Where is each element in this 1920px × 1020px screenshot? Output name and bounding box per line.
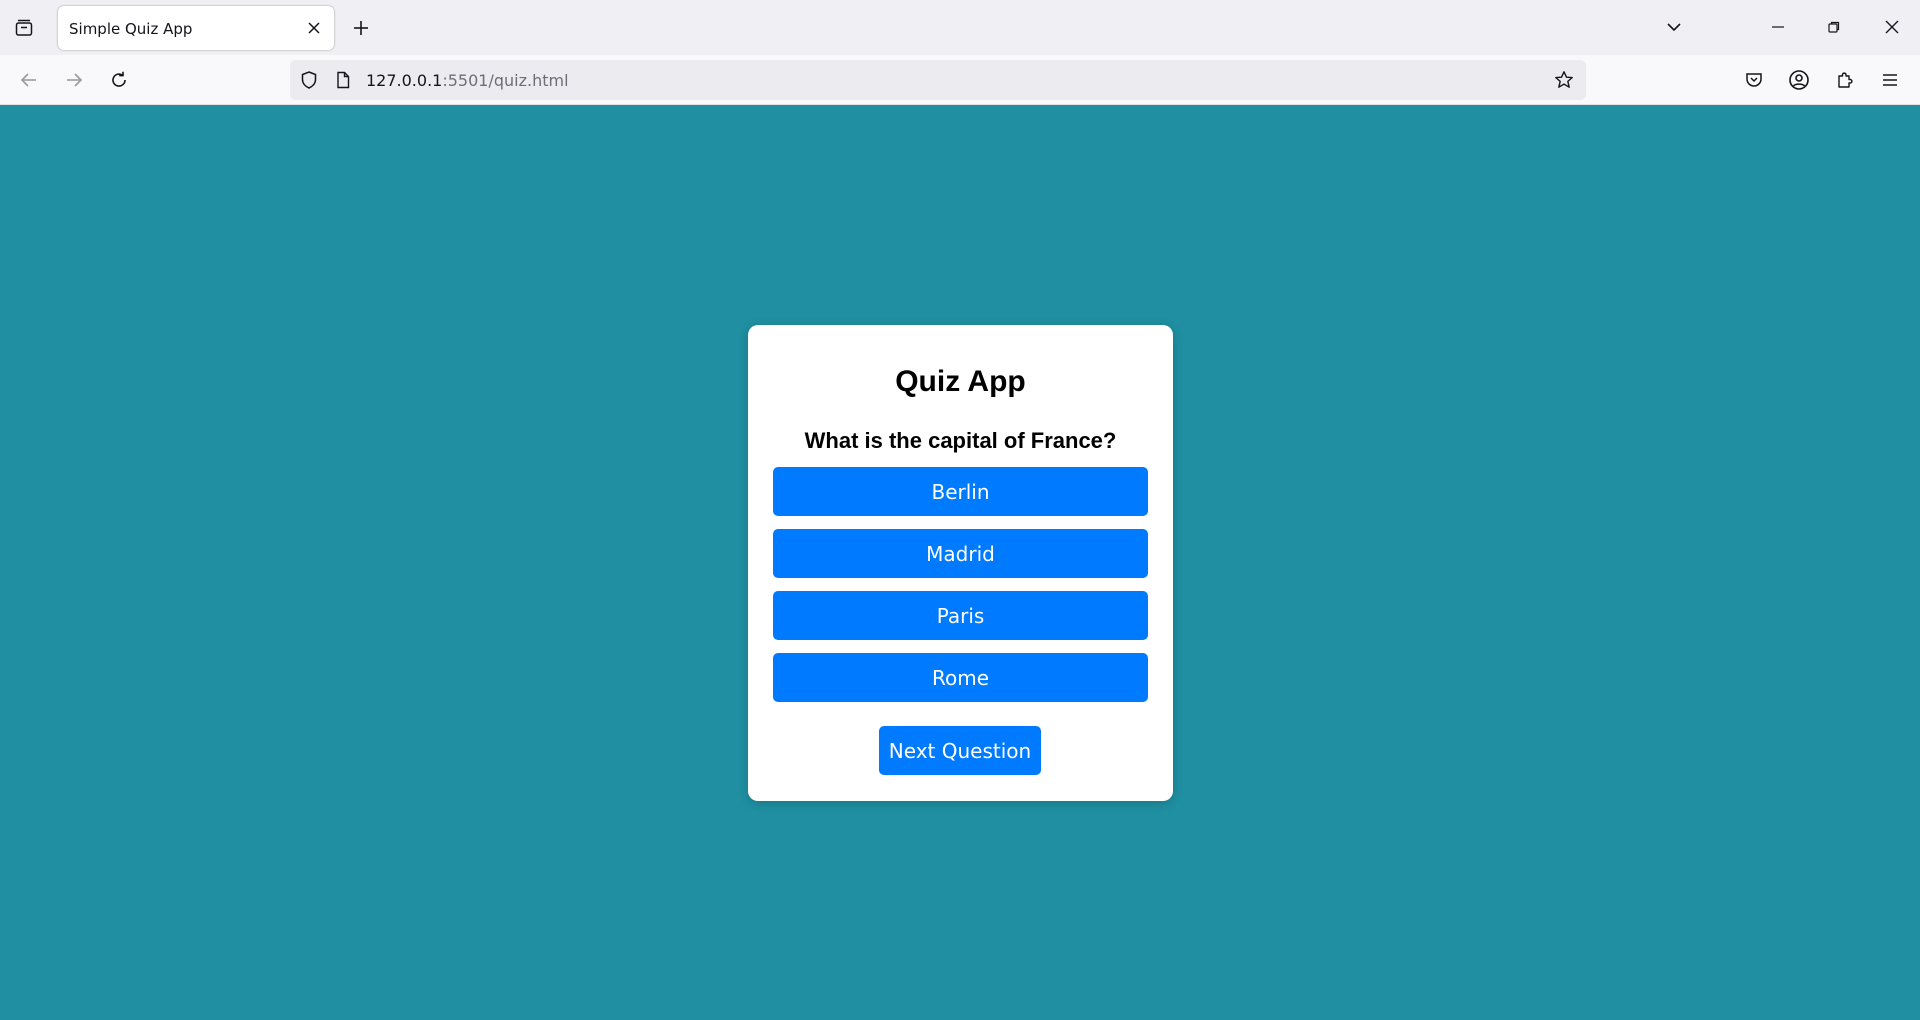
page-content: Quiz App What is the capital of France? …	[0, 105, 1920, 1020]
forward-arrow-icon	[64, 70, 84, 90]
quiz-title: Quiz App	[895, 365, 1026, 398]
account-icon	[1788, 69, 1810, 91]
pocket-icon	[1744, 70, 1764, 90]
url-text[interactable]: 127.0.0.1:5501/quiz.html	[366, 71, 569, 90]
answer-options: Berlin Madrid Paris Rome	[773, 467, 1148, 715]
close-window-button[interactable]	[1872, 9, 1912, 45]
answer-option-madrid[interactable]: Madrid	[773, 529, 1148, 578]
forward-button[interactable]	[56, 62, 92, 98]
browser-window: Simple Quiz App 127.0.0.1:5501/quiz.html…	[0, 0, 1920, 1020]
url-path: :5501/quiz.html	[442, 71, 569, 90]
chevron-down-icon	[1665, 18, 1683, 36]
quiz-card: Quiz App What is the capital of France? …	[748, 325, 1173, 801]
url-host: 127.0.0.1	[366, 71, 443, 90]
bookmark-button[interactable]	[1550, 66, 1578, 94]
next-question-button[interactable]: Next Question	[879, 726, 1041, 775]
reload-button[interactable]	[101, 62, 137, 98]
back-arrow-icon	[19, 70, 39, 90]
answer-option-paris[interactable]: Paris	[773, 591, 1148, 640]
page-icon[interactable]	[331, 68, 355, 92]
star-icon	[1554, 70, 1574, 90]
list-all-tabs-button[interactable]	[1654, 9, 1694, 45]
tab-title: Simple Quiz App	[69, 20, 193, 38]
hamburger-menu-icon	[1881, 71, 1899, 89]
pocket-button[interactable]	[1736, 62, 1772, 98]
minimize-icon	[1771, 20, 1785, 34]
extensions-button[interactable]	[1827, 62, 1863, 98]
account-button[interactable]	[1781, 62, 1817, 98]
close-window-icon	[1885, 20, 1899, 34]
url-bar[interactable]: 127.0.0.1:5501/quiz.html	[290, 60, 1586, 100]
app-menu-button[interactable]	[1872, 62, 1908, 98]
shield-icon[interactable]	[297, 68, 321, 92]
question-text: What is the capital of France?	[804, 428, 1117, 453]
active-tab[interactable]: Simple Quiz App	[58, 6, 334, 50]
new-tab-button[interactable]	[344, 11, 378, 45]
tab-list-icon	[14, 18, 34, 38]
tab-strip: Simple Quiz App	[0, 0, 1920, 55]
restore-button[interactable]	[1814, 9, 1854, 45]
minimize-button[interactable]	[1758, 9, 1798, 45]
tab-list-button[interactable]	[6, 11, 42, 45]
answer-option-rome[interactable]: Rome	[773, 653, 1148, 702]
close-icon	[307, 21, 321, 35]
navigation-toolbar: 127.0.0.1:5501/quiz.html	[0, 55, 1920, 105]
back-button[interactable]	[11, 62, 47, 98]
reload-icon	[109, 70, 129, 90]
plus-icon	[352, 19, 370, 37]
answer-option-berlin[interactable]: Berlin	[773, 467, 1148, 516]
extensions-icon	[1835, 70, 1855, 90]
close-tab-button[interactable]	[302, 16, 326, 40]
restore-icon	[1827, 20, 1841, 34]
